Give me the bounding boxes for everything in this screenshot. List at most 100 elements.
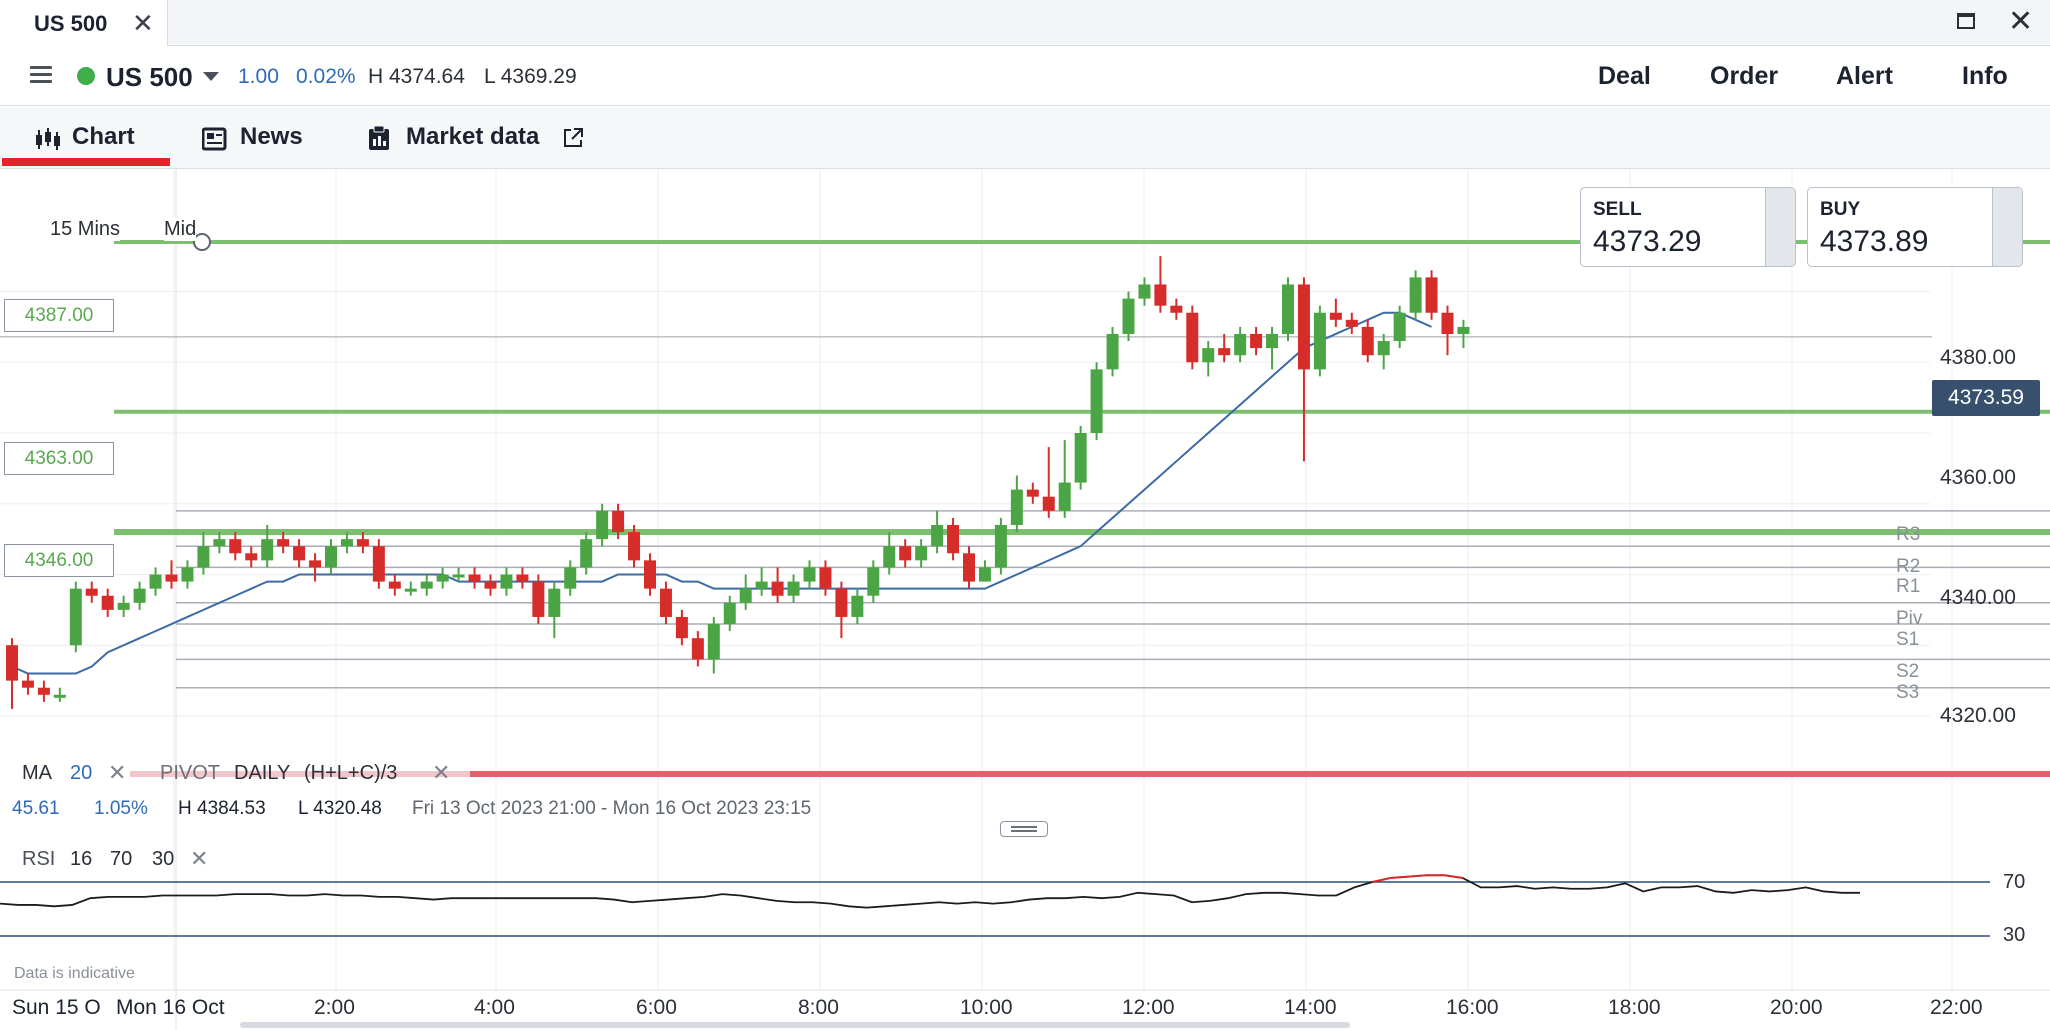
pivot-s3-label: S3 [1896,682,1920,703]
pivot-period[interactable]: DAILY [234,762,290,785]
level-label-2[interactable]: 4363.00 [4,442,114,475]
candle-body [1010,489,1023,525]
candle-body [867,567,880,596]
pivot-label: PIVOT [160,762,221,784]
tab-chart-label: Chart [72,123,135,150]
candle-body [452,574,465,578]
order-button[interactable]: Order [1710,62,1778,91]
chart-canvas[interactable] [0,170,2050,1030]
candle-body [37,687,50,695]
candle-body [21,680,34,688]
candle-body [1058,482,1071,511]
change-pct: 0.02% [296,65,356,88]
candle-body [404,588,417,592]
pane-resize-handle[interactable] [1000,821,1048,837]
candle-body [1154,284,1167,306]
timeframe-selector[interactable]: 15 Mins [50,218,121,241]
rsi-remove-icon[interactable]: ✕ [190,846,208,872]
tab-market-data[interactable]: Market data [364,107,594,169]
candle-body [245,553,258,561]
tab-close-icon[interactable]: ✕ [132,8,154,39]
buy-button-tab [1992,188,2022,266]
candle-body [659,588,672,617]
sell-button[interactable]: SELL 4373.29 [1580,187,1796,267]
info-button[interactable]: Info [1962,62,2008,91]
deal-button[interactable]: Deal [1598,62,1651,91]
rsi-upper[interactable]: 70 [110,848,132,871]
tab-market-data-label: Market data [406,123,540,150]
candle-body [963,553,975,582]
current-price-tag: 4373.59 [1932,380,2040,416]
hamburger-menu-icon[interactable] [30,66,52,84]
candle-body [1361,326,1374,356]
chart-area[interactable]: 15 Mins Mid SELL 4373.29 BUY 4373.89 438… [0,170,2050,1030]
candle-body [1250,333,1263,349]
candle-body [1138,284,1151,299]
pivot-formula[interactable]: (H+L+C)/3 [304,762,397,785]
rsi-period[interactable]: 16 [70,848,92,871]
rsi-line [0,874,1860,909]
indicator-legend: MA 20 ✕ PIVOT DAILY (H+L+C)/3 ✕ [0,756,480,796]
ma-remove-icon[interactable]: ✕ [108,760,126,786]
sell-button-tab [1765,188,1795,266]
pivot-piv-label: Piv [1896,608,1923,629]
candle-body [723,602,736,625]
window-close-icon[interactable]: ✕ [2008,4,2033,39]
candle-body [1441,312,1454,334]
candle-body [628,532,641,561]
x-tick-label: 8:00 [798,996,839,1019]
clipboard-icon [369,125,389,150]
candle-body [372,546,385,582]
range-change-abs: 45.61 [12,798,60,819]
pivot-remove-icon[interactable]: ✕ [432,760,450,786]
candle-body [261,539,274,561]
price-type-selector[interactable]: Mid [164,218,197,241]
x-tick-label: 22:00 [1930,996,1983,1019]
alert-button[interactable]: Alert [1836,62,1893,91]
tab-news[interactable]: News [196,107,326,169]
x-tick-label: 16:00 [1446,996,1499,1019]
candle-body [899,546,912,561]
candle-body [771,581,784,596]
candle-body [548,588,561,617]
candle-body [1170,305,1183,313]
caret-down-icon[interactable] [203,72,219,81]
x-tick-label: 12:00 [1122,996,1175,1019]
ma-line [11,311,1432,675]
candle-body [325,546,337,568]
disclaimer: Data is indicative [14,965,135,982]
rsi-lower[interactable]: 30 [152,848,174,871]
candle-body [883,546,896,568]
level-label-3[interactable]: 4346.00 [4,544,114,577]
candle-body [1345,319,1358,327]
candle-body [1122,298,1135,334]
instrument-name[interactable]: US 500 [106,62,193,93]
candle-body [787,581,800,596]
candle-body [85,588,98,596]
x-tick-label: 6:00 [636,996,677,1019]
candle-body [1042,496,1055,511]
window-tab[interactable]: US 500 ✕ [0,0,168,46]
rsi-overbought-line [1372,874,1463,883]
candle-body [755,581,768,589]
maximize-icon[interactable] [1953,8,1979,34]
candle-body [340,539,353,547]
candle-body [1457,326,1470,334]
candle-body [6,645,18,681]
ma-period[interactable]: 20 [70,762,92,785]
candle-body [947,524,960,554]
candle-body [803,567,816,582]
candle-body [978,567,991,582]
level-label-1[interactable]: 4387.00 [4,299,114,332]
candle-body [356,539,369,547]
sell-price: 4373.29 [1593,225,1702,258]
buy-button[interactable]: BUY 4373.89 [1807,187,2023,267]
candle-body [213,539,226,547]
level-handle-icon [193,233,211,251]
candle-body [532,581,545,617]
candle-body [1297,284,1310,370]
session-low: L 4369.29 [484,65,577,88]
x-tick-label: 10:00 [960,996,1013,1019]
pivot-r2-label: R2 [1896,556,1921,577]
candle-body [580,539,593,568]
